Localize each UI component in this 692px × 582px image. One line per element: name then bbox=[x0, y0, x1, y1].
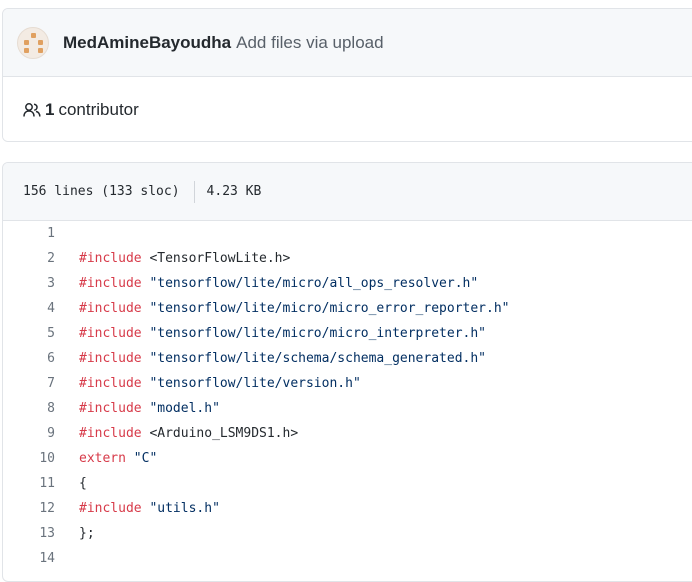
code-text: "tensorflow/lite/schema/schema_generated… bbox=[141, 351, 486, 366]
contributor-count: 1 bbox=[45, 100, 55, 119]
line-number[interactable]: 2 bbox=[3, 251, 55, 266]
code-keyword: #include bbox=[79, 426, 142, 441]
line-code: }; bbox=[79, 526, 95, 541]
code-keyword: #include bbox=[79, 401, 142, 416]
code-line: 12 #include "utils.h" bbox=[3, 496, 692, 521]
code-text: <TensorFlowLite.h> bbox=[141, 251, 291, 266]
code-keyword: #include bbox=[79, 326, 142, 341]
line-number[interactable]: 11 bbox=[3, 476, 55, 491]
code-keyword: extern bbox=[79, 451, 126, 466]
line-number[interactable]: 4 bbox=[3, 301, 55, 316]
commit-author-link[interactable]: MedAmineBayoudha bbox=[63, 33, 231, 53]
code-keyword: #include bbox=[79, 376, 142, 391]
contributor-label: contributor bbox=[58, 100, 139, 119]
line-number[interactable]: 6 bbox=[3, 351, 55, 366]
avatar-pixel bbox=[38, 47, 43, 53]
commit-message-link[interactable]: Add files via upload bbox=[236, 33, 383, 53]
code-line: 4 #include "tensorflow/lite/micro/micro_e… bbox=[3, 296, 692, 321]
line-code: #include <TensorFlowLite.h> bbox=[79, 251, 290, 266]
line-number[interactable]: 12 bbox=[3, 501, 55, 516]
contributors-row[interactable]: 1 contributor bbox=[3, 77, 692, 141]
line-code: { bbox=[79, 476, 87, 491]
line-code: #include "tensorflow/lite/micro/all_ops_… bbox=[79, 276, 478, 291]
code-line: 11 { bbox=[3, 471, 692, 496]
code-line: 10 extern "C" bbox=[3, 446, 692, 471]
line-number[interactable]: 13 bbox=[3, 526, 55, 541]
line-number[interactable]: 3 bbox=[3, 276, 55, 291]
code-line: 2 #include <TensorFlowLite.h> bbox=[3, 246, 692, 271]
line-number[interactable]: 9 bbox=[3, 426, 55, 441]
code-text: "C" bbox=[125, 451, 158, 466]
file-lines-info: 156 lines (133 sloc) bbox=[23, 184, 180, 199]
avatar-pixel bbox=[31, 32, 36, 38]
line-code: extern "C" bbox=[79, 451, 157, 466]
author-avatar[interactable] bbox=[17, 26, 49, 59]
code-text: "utils.h" bbox=[141, 501, 220, 516]
line-code: #include "tensorflow/lite/version.h" bbox=[79, 376, 361, 391]
line-number[interactable]: 10 bbox=[3, 451, 55, 466]
code-text: { bbox=[79, 476, 87, 491]
file-info-divider bbox=[193, 180, 195, 203]
line-number[interactable]: 1 bbox=[3, 226, 55, 241]
line-code: #include "tensorflow/lite/schema/schema_… bbox=[79, 351, 486, 366]
avatar-pixel bbox=[24, 39, 29, 45]
line-number[interactable]: 8 bbox=[3, 401, 55, 416]
line-number[interactable]: 5 bbox=[3, 326, 55, 341]
code-keyword: #include bbox=[79, 276, 142, 291]
people-icon bbox=[23, 103, 41, 117]
avatar-pixel bbox=[24, 47, 29, 53]
file-info-header: 156 lines (133 sloc) 4.23 KB bbox=[3, 163, 692, 221]
avatar-pixel bbox=[38, 39, 43, 45]
line-code: #include "utils.h" bbox=[79, 501, 220, 516]
commit-info-box: MedAmineBayoudha Add files via upload 1 … bbox=[2, 8, 692, 142]
line-code: #include <Arduino_LSM9DS1.h> bbox=[79, 426, 298, 441]
code-line: 1 bbox=[3, 221, 692, 246]
line-number[interactable]: 14 bbox=[3, 551, 55, 566]
code-keyword: #include bbox=[79, 301, 142, 316]
code-line: 8 #include "model.h" bbox=[3, 396, 692, 421]
code-table: 1 2 #include <TensorFlowLite.h> 3 #include "… bbox=[3, 221, 692, 571]
code-keyword: #include bbox=[79, 501, 142, 516]
code-line: 7 #include "tensorflow/lite/version.h" bbox=[3, 371, 692, 396]
code-keyword: #include bbox=[79, 251, 142, 266]
code-text: "tensorflow/lite/micro/all_ops_resolver.… bbox=[141, 276, 479, 291]
line-code: #include "model.h" bbox=[79, 401, 220, 416]
code-line: 5 #include "tensorflow/lite/micro/micro_i… bbox=[3, 321, 692, 346]
file-viewer: 156 lines (133 sloc) 4.23 KB 1 2 #include … bbox=[2, 162, 692, 582]
code-text: "tensorflow/lite/micro/micro_interpreter… bbox=[141, 326, 486, 341]
code-line: 9 #include <Arduino_LSM9DS1.h> bbox=[3, 421, 692, 446]
line-number[interactable]: 7 bbox=[3, 376, 55, 391]
line-code: #include "tensorflow/lite/micro/micro_in… bbox=[79, 326, 486, 341]
code-line: 3 #include "tensorflow/lite/micro/all_ops… bbox=[3, 271, 692, 296]
code-text: }; bbox=[79, 526, 95, 541]
file-size: 4.23 KB bbox=[206, 184, 262, 199]
line-code: #include "tensorflow/lite/micro/micro_er… bbox=[79, 301, 509, 316]
code-line: 6 #include "tensorflow/lite/schema/schema… bbox=[3, 346, 692, 371]
code-text: "tensorflow/lite/micro/micro_error_repor… bbox=[141, 301, 510, 316]
code-keyword: #include bbox=[79, 351, 142, 366]
code-line: 14 bbox=[3, 546, 692, 571]
code-line: 13}; bbox=[3, 521, 692, 546]
code-text: <Arduino_LSM9DS1.h> bbox=[141, 426, 299, 441]
latest-commit-row: MedAmineBayoudha Add files via upload bbox=[3, 9, 692, 77]
code-text: "tensorflow/lite/version.h" bbox=[141, 376, 361, 391]
code-text: "model.h" bbox=[141, 401, 220, 416]
